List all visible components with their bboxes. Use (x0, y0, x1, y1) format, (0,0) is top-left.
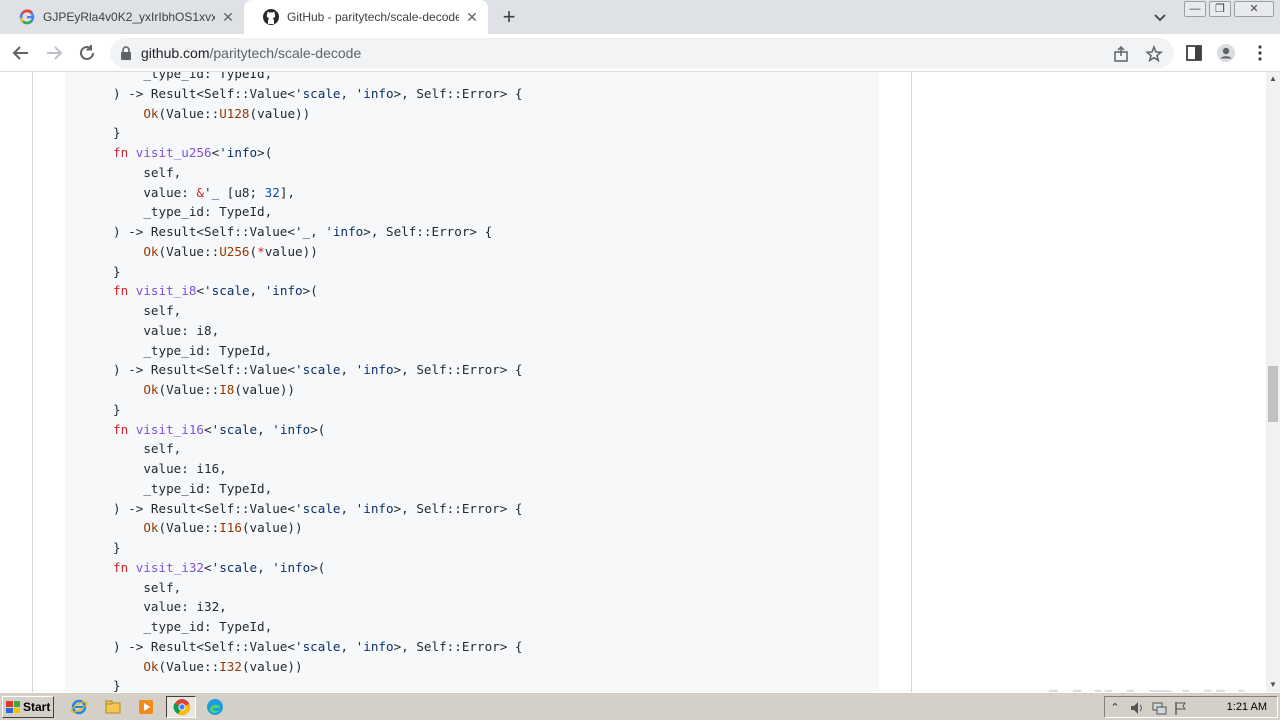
url-path: /paritytech/scale-decode (209, 45, 362, 61)
profile-icon[interactable] (1216, 43, 1236, 63)
code-line: ) -> Result<Self::Value<'scale, 'info>, … (113, 362, 523, 378)
github-icon (263, 9, 279, 25)
page-content: _type_id: TypeId,) -> Result<Self::Value… (0, 72, 1266, 692)
kebab-menu-icon[interactable] (1250, 43, 1270, 63)
star-icon[interactable] (1145, 44, 1163, 63)
flag-icon[interactable] (1173, 700, 1189, 716)
code-line: ) -> Result<Self::Value<'scale, 'info>, … (113, 638, 523, 654)
code-line: _type_id: TypeId, (113, 342, 273, 358)
tab-google[interactable]: GJPEyRla4v0K2_yxIrIbhOS1xvxa8f- ✕ (0, 0, 244, 34)
url-text[interactable]: github.com/paritytech/scale-decode (141, 45, 361, 61)
start-label: Start (23, 700, 51, 714)
code-line: value: i8, (113, 322, 220, 338)
media-player-icon[interactable] (137, 698, 155, 716)
chrome-icon (173, 699, 191, 716)
scrollbar-thumb[interactable] (1268, 366, 1278, 422)
scroll-up-icon[interactable]: ▲ (1266, 72, 1280, 86)
url-host: github.com (141, 45, 210, 61)
reload-icon[interactable] (76, 42, 98, 64)
code-line: Ok(Value::U256(*value)) (143, 243, 318, 259)
code-line: } (113, 540, 121, 555)
internet-explorer-icon[interactable] (70, 698, 88, 716)
vertical-scrollbar[interactable]: ▲ ▼ (1266, 72, 1280, 692)
code-line: fn visit_i8<'scale, 'info>( (113, 283, 318, 299)
code-line: } (113, 125, 121, 141)
code-line: fn visit_u256<'info>( (113, 145, 273, 160)
code-text[interactable]: _type_id: TypeId,) -> Result<Self::Value… (113, 72, 522, 692)
code-line: fn visit_i32<'scale, 'info>( (113, 559, 326, 575)
google-icon (19, 9, 35, 25)
code-line: self, (113, 579, 182, 595)
volume-icon[interactable] (1129, 700, 1145, 716)
code-line: value: i16, (113, 461, 227, 476)
scroll-down-icon[interactable]: ▼ (1266, 678, 1280, 692)
code-line: _type_id: TypeId, (113, 72, 273, 81)
watermark-logo: ANY RUN (1036, 680, 1248, 692)
folder-icon[interactable] (104, 698, 122, 716)
code-line: fn visit_i16<'scale, 'info>( (113, 421, 326, 437)
close-window-button[interactable]: ✕ (1234, 1, 1274, 17)
forward-icon[interactable] (43, 42, 65, 64)
code-line: _type_id: TypeId, (113, 480, 273, 496)
address-bar[interactable]: github.com/paritytech/scale-decode (110, 38, 1174, 68)
code-line: Ok(Value::I32(value)) (143, 658, 303, 674)
browser-toolbar: github.com/paritytech/scale-decode (0, 34, 1280, 72)
code-line: ) -> Result<Self::Value<'_, 'info>, Self… (113, 224, 493, 239)
code-line: value: i32, (113, 599, 227, 615)
restore-button[interactable]: ❐ (1209, 1, 1231, 17)
taskbar: Start ⌃ 1:21 AM (0, 692, 1280, 720)
code-line: value: &'_ [u8; 32], (113, 184, 296, 200)
code-line: Ok(Value::I8(value)) (143, 382, 296, 397)
code-line: self, (113, 303, 182, 318)
divider (32, 72, 33, 692)
divider (911, 72, 912, 692)
code-line: } (113, 263, 121, 279)
code-line: Ok(Value::I16(value)) (143, 520, 303, 536)
code-line: _type_id: TypeId, (113, 619, 273, 634)
close-icon[interactable]: ✕ (220, 9, 236, 25)
edge-icon[interactable] (206, 698, 224, 716)
lock-icon[interactable] (120, 46, 132, 60)
back-icon[interactable] (10, 42, 32, 64)
code-line: self, (113, 164, 182, 180)
code-line: ) -> Result<Self::Value<'scale, 'info>, … (113, 85, 523, 101)
side-panel-icon[interactable] (1184, 43, 1204, 63)
new-tab-button[interactable]: + (498, 6, 520, 28)
tab-github[interactable]: GitHub - paritytech/scale-decode: De ✕ (244, 0, 488, 34)
minimize-button[interactable]: — (1184, 1, 1206, 17)
chrome-taskbar-button[interactable] (166, 696, 196, 718)
windows-logo-icon (6, 701, 20, 713)
code-line: } (113, 401, 121, 417)
code-line: } (113, 678, 121, 692)
code-line: self, (113, 441, 182, 457)
chevron-up-icon[interactable]: ⌃ (1107, 700, 1123, 716)
tab-title: GitHub - paritytech/scale-decode: De (287, 10, 459, 24)
code-line: Ok(Value::U128(value)) (143, 105, 311, 121)
start-button[interactable]: Start (2, 696, 54, 718)
code-line: _type_id: TypeId, (113, 204, 273, 220)
chevron-down-icon[interactable] (1152, 9, 1168, 25)
share-icon[interactable] (1112, 45, 1130, 63)
tab-title: GJPEyRla4v0K2_yxIrIbhOS1xvxa8f- (43, 10, 215, 24)
tab-strip: GJPEyRla4v0K2_yxIrIbhOS1xvxa8f- ✕ GitHub… (0, 0, 1280, 34)
system-tray: ⌃ 1:21 AM (1104, 696, 1278, 718)
code-line: ) -> Result<Self::Value<'scale, 'info>, … (113, 500, 523, 516)
clock[interactable]: 1:21 AM (1227, 701, 1267, 713)
close-icon[interactable]: ✕ (464, 9, 480, 25)
network-icon[interactable] (1151, 700, 1167, 716)
